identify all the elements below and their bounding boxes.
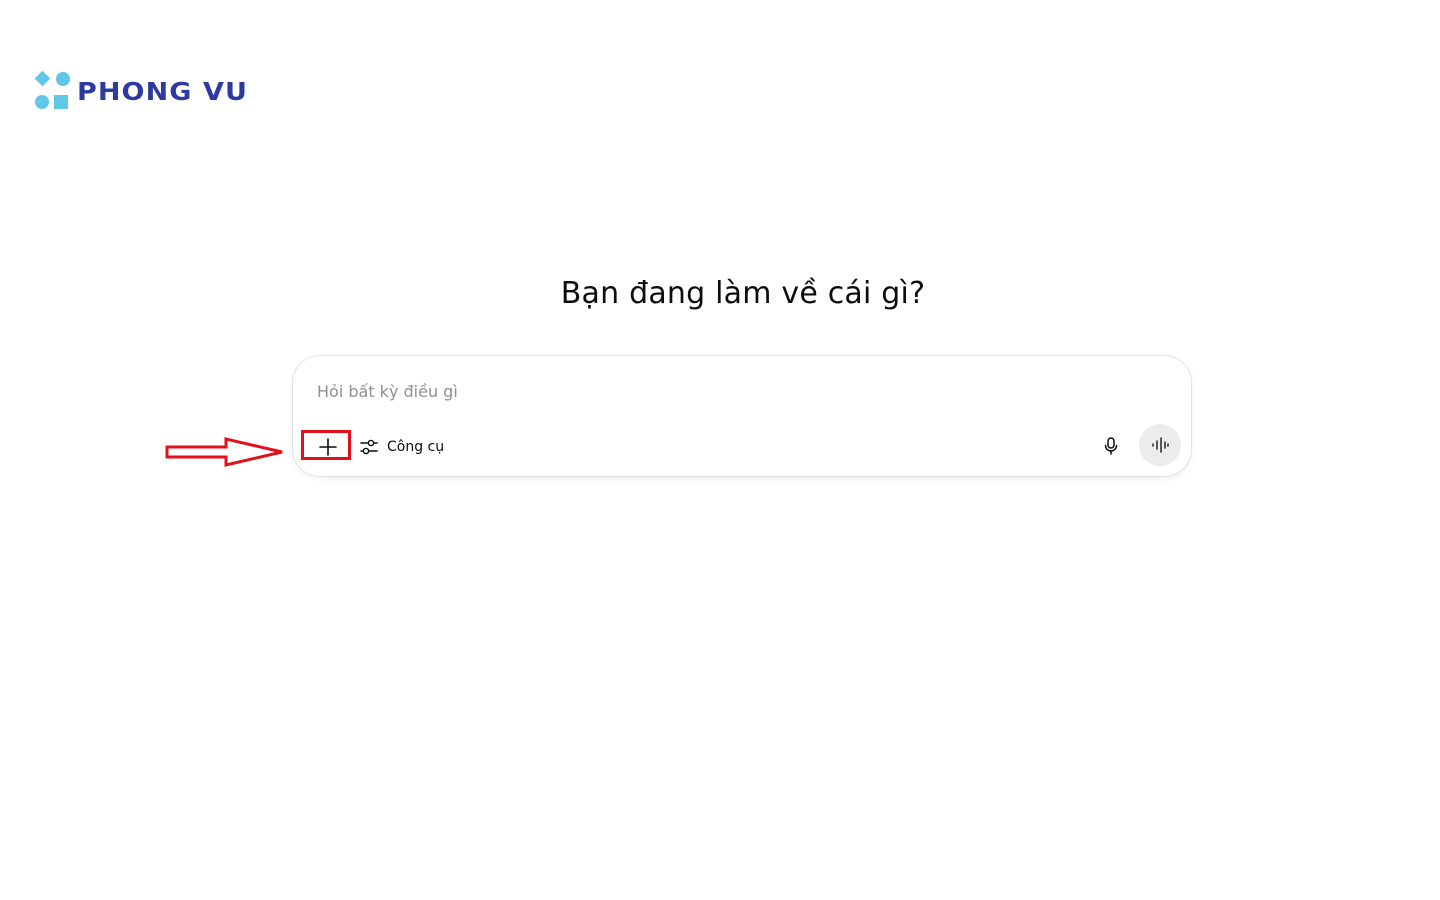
sliders-icon — [360, 439, 378, 455]
brand-wordmark: PHONG VU — [77, 76, 248, 106]
prompt-composer: Công cụ — [292, 355, 1192, 477]
prompt-input[interactable] — [317, 378, 1077, 404]
phongvu-logo-icon — [33, 70, 73, 111]
page-heading: Bạn đang làm về cái gì? — [560, 276, 926, 311]
microphone-icon — [1104, 437, 1118, 455]
dictate-button[interactable] — [1097, 432, 1125, 460]
page: PHONG VU Bạn đang làm về cái gì? Công cụ — [0, 0, 1440, 900]
annotation-highlight-box — [301, 430, 351, 460]
voice-mode-button[interactable] — [1139, 424, 1181, 466]
voice-waveform-icon — [1152, 437, 1169, 453]
brand-logo[interactable]: PHONG VU — [33, 70, 247, 111]
right-arrow-icon — [164, 436, 288, 472]
tools-button[interactable]: Công cụ — [359, 432, 444, 462]
tools-button-label: Công cụ — [387, 439, 445, 455]
